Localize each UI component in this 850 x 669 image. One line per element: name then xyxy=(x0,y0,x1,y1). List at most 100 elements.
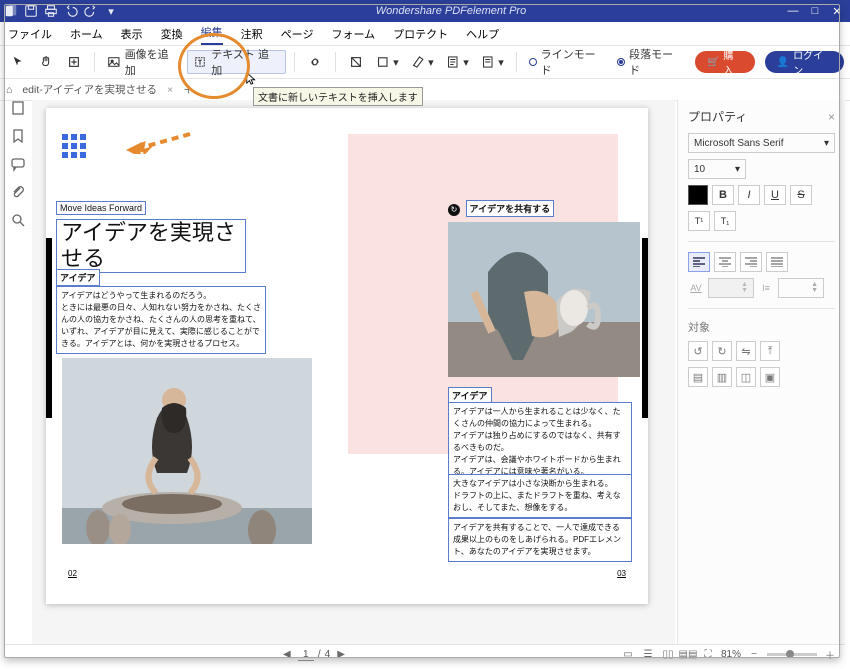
view-single-icon[interactable]: ▭ xyxy=(621,648,635,662)
menu-edit[interactable]: 編集 xyxy=(201,23,223,45)
login-label: ログイン xyxy=(793,47,832,77)
line-mode-radio[interactable]: ラインモード xyxy=(529,46,605,78)
fullscreen-icon[interactable]: ⛶ xyxy=(701,648,715,662)
share-label: アイデアを共有する xyxy=(466,200,555,217)
color-swatch[interactable] xyxy=(688,185,708,205)
target-section-label: 対象 xyxy=(688,319,835,335)
section2-body2[interactable]: 大きなアイデアは小さな決断から生まれる。ドラフトの上に、またドラフトを重ね、考え… xyxy=(448,474,632,518)
section2-body1[interactable]: アイデアは一人から生まれることは少なく、たくさんの仲間の協力によって生まれる。ア… xyxy=(448,402,632,482)
photo-mug[interactable] xyxy=(448,222,640,377)
window-maximize-icon[interactable]: □ xyxy=(806,2,824,20)
workspace[interactable]: Move Ideas Forward アイデアを実現させる アイデア アイデアは… xyxy=(32,100,675,644)
zoom-in-icon[interactable]: ＋ xyxy=(823,648,837,662)
zoom-tool-icon[interactable] xyxy=(62,50,86,74)
section1-body[interactable]: アイデアはどうやって生まれるのだろう。ときには最悪の日々、人知れない努力をかさね… xyxy=(56,286,266,354)
font-size-select[interactable]: 10▾ xyxy=(688,159,746,179)
comment-icon[interactable] xyxy=(10,156,26,172)
dropdown-icon[interactable]: ▾ xyxy=(104,4,118,18)
form-tool-icon[interactable]: ▾ xyxy=(442,50,473,74)
heading-jp[interactable]: アイデアを実現させる xyxy=(56,219,246,273)
search-icon[interactable] xyxy=(10,212,26,228)
menu-page[interactable]: ページ xyxy=(281,26,314,42)
login-button[interactable]: 👤 ログイン xyxy=(765,51,844,73)
flip-v-icon[interactable]: ⤒ xyxy=(760,341,780,361)
bookmark-icon[interactable] xyxy=(10,128,26,144)
menu-annotate[interactable]: 注釈 xyxy=(241,26,263,42)
hand-tool-icon[interactable] xyxy=(34,50,58,74)
align-right-icon[interactable] xyxy=(740,252,762,272)
tab-add-icon[interactable]: ＋ xyxy=(183,82,194,97)
align-objects-center-icon[interactable]: ▥ xyxy=(712,367,732,387)
line-height-input[interactable]: ▲▼ xyxy=(778,278,824,298)
page-prev-icon[interactable]: ◀ xyxy=(280,648,294,662)
crop-tool-icon[interactable] xyxy=(344,50,368,74)
font-family-select[interactable]: Microsoft Sans Serif▾ xyxy=(688,133,835,153)
thumbnails-icon[interactable] xyxy=(10,100,26,116)
section1-title[interactable]: アイデア xyxy=(56,269,100,286)
align-center-icon[interactable] xyxy=(714,252,736,272)
attachment-icon[interactable] xyxy=(10,184,26,200)
underline-icon[interactable]: U xyxy=(764,185,786,205)
link-tool-icon[interactable] xyxy=(303,50,327,74)
subscript-icon[interactable]: T₁ xyxy=(714,211,736,231)
tab-close-icon[interactable]: × xyxy=(167,84,173,96)
menu-bar: ファイル ホーム 表示 変換 編集 注釈 ページ フォーム プロテクト ヘルプ xyxy=(0,22,850,46)
document-tabs-row: ⌂ edit-アイディアを実現させる × ＋ xyxy=(0,79,850,101)
document-tab[interactable]: edit-アイディアを実現させる xyxy=(22,82,157,97)
menu-file[interactable]: ファイル xyxy=(8,26,52,42)
crop-icon[interactable]: ◫ xyxy=(736,367,756,387)
strike-icon[interactable]: S xyxy=(790,185,812,205)
section2-body3[interactable]: アイデアを共有することで、一人で達成できる成果以上のものをしあげられる。PDFエ… xyxy=(448,518,632,562)
menu-home[interactable]: ホーム xyxy=(70,26,103,42)
save-icon[interactable] xyxy=(24,4,38,18)
properties-close-icon[interactable]: × xyxy=(828,110,835,124)
superscript-icon[interactable]: T¹ xyxy=(688,211,710,231)
page-next-icon[interactable]: ▶ xyxy=(334,648,348,662)
zoom-out-icon[interactable]: − xyxy=(747,648,761,662)
highlight-tool-icon[interactable]: ▾ xyxy=(407,50,438,74)
window-minimize-icon[interactable]: — xyxy=(784,2,802,20)
add-text-button[interactable]: テキスト 追加 xyxy=(187,50,286,74)
kerning-input[interactable]: ▲▼ xyxy=(708,278,754,298)
page-right: ↻ アイデアを共有する アイデア アイデアは一人から生まれることは少なく、 xyxy=(348,128,638,584)
photo-pottery[interactable] xyxy=(62,358,312,544)
rotate-cw-icon[interactable]: ↻ xyxy=(712,341,732,361)
rotate-ccw-icon[interactable]: ↺ xyxy=(688,341,708,361)
view-book-icon[interactable]: ▤▤ xyxy=(681,648,695,662)
menu-form[interactable]: フォーム xyxy=(331,26,375,42)
share-badge[interactable]: ↻ アイデアを共有する xyxy=(448,200,554,217)
page-spread[interactable]: Move Ideas Forward アイデアを実現させる アイデア アイデアは… xyxy=(46,108,648,604)
buy-label: 購入 xyxy=(723,47,742,77)
heading-en[interactable]: Move Ideas Forward xyxy=(56,201,146,215)
align-left-icon[interactable] xyxy=(688,252,710,272)
italic-icon[interactable]: I xyxy=(738,185,760,205)
watermark-tool-icon[interactable]: ▾ xyxy=(477,50,508,74)
menu-protect[interactable]: プロテクト xyxy=(393,26,448,42)
eraser-tool-icon[interactable]: ▾ xyxy=(372,50,403,74)
redo-icon[interactable] xyxy=(84,4,98,18)
window-close-icon[interactable]: ✕ xyxy=(828,2,846,20)
buy-button[interactable]: 🛒 購入 xyxy=(695,51,755,73)
view-continuous-icon[interactable]: ☰ xyxy=(641,648,655,662)
page-left: Move Ideas Forward アイデアを実現させる アイデア アイデアは… xyxy=(56,128,346,584)
align-justify-icon[interactable] xyxy=(766,252,788,272)
menu-help[interactable]: ヘルプ xyxy=(466,26,499,42)
current-page[interactable]: 1 xyxy=(298,649,314,661)
share-badge-icon: ↻ xyxy=(448,204,460,216)
align-objects-left-icon[interactable]: ▤ xyxy=(688,367,708,387)
bold-icon[interactable]: B xyxy=(712,185,734,205)
replace-icon[interactable]: ▣ xyxy=(760,367,780,387)
paragraph-mode-radio[interactable]: 段落モード xyxy=(617,46,683,78)
add-image-button[interactable]: 画像を追加 xyxy=(103,50,183,74)
app-title: Wondershare PDFelement Pro xyxy=(118,5,784,17)
home-icon[interactable]: ⌂ xyxy=(6,84,12,96)
menu-convert[interactable]: 変換 xyxy=(161,26,183,42)
view-two-page-icon[interactable]: ▯▯ xyxy=(661,648,675,662)
zoom-slider[interactable] xyxy=(767,653,817,656)
select-tool-icon[interactable] xyxy=(6,50,30,74)
flip-h-icon[interactable]: ⇋ xyxy=(736,341,756,361)
undo-icon[interactable] xyxy=(64,4,78,18)
menu-view[interactable]: 表示 xyxy=(121,26,143,42)
side-tools xyxy=(5,100,31,228)
print-icon[interactable] xyxy=(44,4,58,18)
